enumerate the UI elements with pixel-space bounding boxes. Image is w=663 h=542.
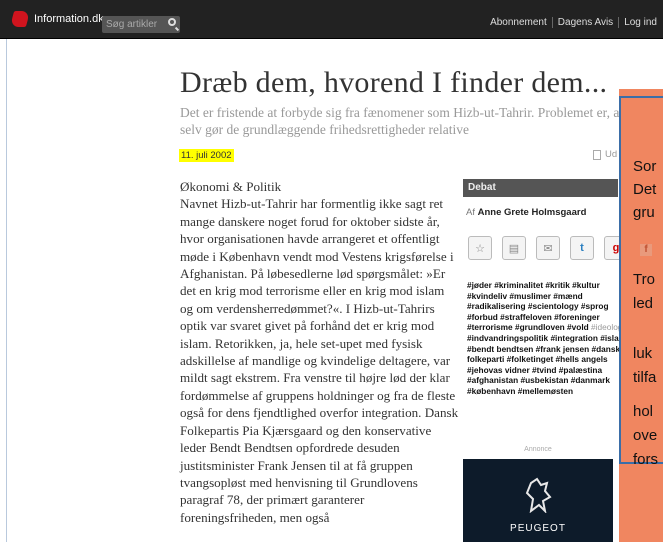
top-navigation-bar: Information.dk Abonnement Dagens Avis Lo… (0, 0, 663, 39)
article-title: Dræb dem, hvorend I finder dem... (180, 66, 608, 99)
tag-list[interactable]: #jøder #kriminalitet #kritik #kultur #kv… (467, 280, 609, 332)
debate-header: Debat (463, 179, 618, 197)
ad-brand: PEUGEOT (510, 523, 566, 534)
author-byline: Af Anne Grete Holmsgaard (466, 207, 586, 218)
tag-cloud: #jøder #kriminalitet #kritik #kultur #kv… (467, 280, 627, 397)
overlay-line: Sor (633, 158, 657, 175)
author-prefix: Af (466, 207, 475, 218)
share-buttons: ☆ ▤ ✉ t g (468, 236, 628, 260)
login-link[interactable]: Log ind (624, 17, 657, 28)
overlay-line: hol (633, 403, 654, 420)
peugeot-lion-icon (525, 477, 552, 513)
todays-paper-link[interactable]: Dagens Avis (558, 17, 613, 28)
overlay-line: luk (633, 345, 653, 362)
print-icon (593, 149, 601, 160)
site-logo[interactable]: Information.dk (9, 11, 104, 27)
search-icon[interactable] (168, 18, 176, 26)
overlay-line: fors (633, 451, 659, 468)
logo-icon (9, 11, 31, 27)
article-body: Økonomi & Politik Navnet Hizb-ut-Tahrir … (180, 178, 460, 526)
email-icon[interactable]: ✉ (536, 236, 560, 260)
overlay-line: gru (633, 204, 655, 221)
advertisement-banner[interactable]: PEUGEOT (463, 459, 613, 542)
article-text: Navnet Hizb-ut-Tahrir har formentlig ikk… (180, 196, 459, 525)
search-box (102, 16, 180, 33)
print-label: Ud (605, 149, 618, 160)
printer-icon[interactable]: ▤ (502, 236, 526, 260)
print-button[interactable]: Ud (593, 149, 617, 160)
facebook-icon[interactable]: f (640, 244, 652, 256)
article-section: Økonomi & Politik (180, 179, 282, 194)
search-input[interactable] (106, 17, 162, 32)
article-date: 11. juli 2002 (179, 149, 234, 162)
ad-label: Annonce (524, 446, 552, 453)
top-links: Abonnement Dagens Avis Log ind (490, 17, 657, 28)
separator (551, 17, 553, 28)
separator (618, 17, 620, 28)
subscription-link[interactable]: Abonnement (490, 17, 547, 28)
overlay-line: Tro (633, 271, 655, 288)
tag-list-rest[interactable]: #indvandringspolitik #integration #islam… (467, 333, 626, 396)
overlay-line: Det (633, 181, 657, 198)
page-border (6, 39, 7, 542)
twitter-icon[interactable]: t (570, 236, 594, 260)
overlay-line: tilfa (633, 369, 657, 386)
overlay-line: ove (633, 427, 658, 444)
favorite-star-icon[interactable]: ☆ (468, 236, 492, 260)
author-name[interactable]: Anne Grete Holmsgaard (478, 207, 587, 218)
article-subtitle: Det er fristende at forbyde sig fra fæno… (180, 105, 652, 137)
logo-text: Information.dk (34, 13, 104, 25)
overlay-line: led (633, 295, 654, 312)
